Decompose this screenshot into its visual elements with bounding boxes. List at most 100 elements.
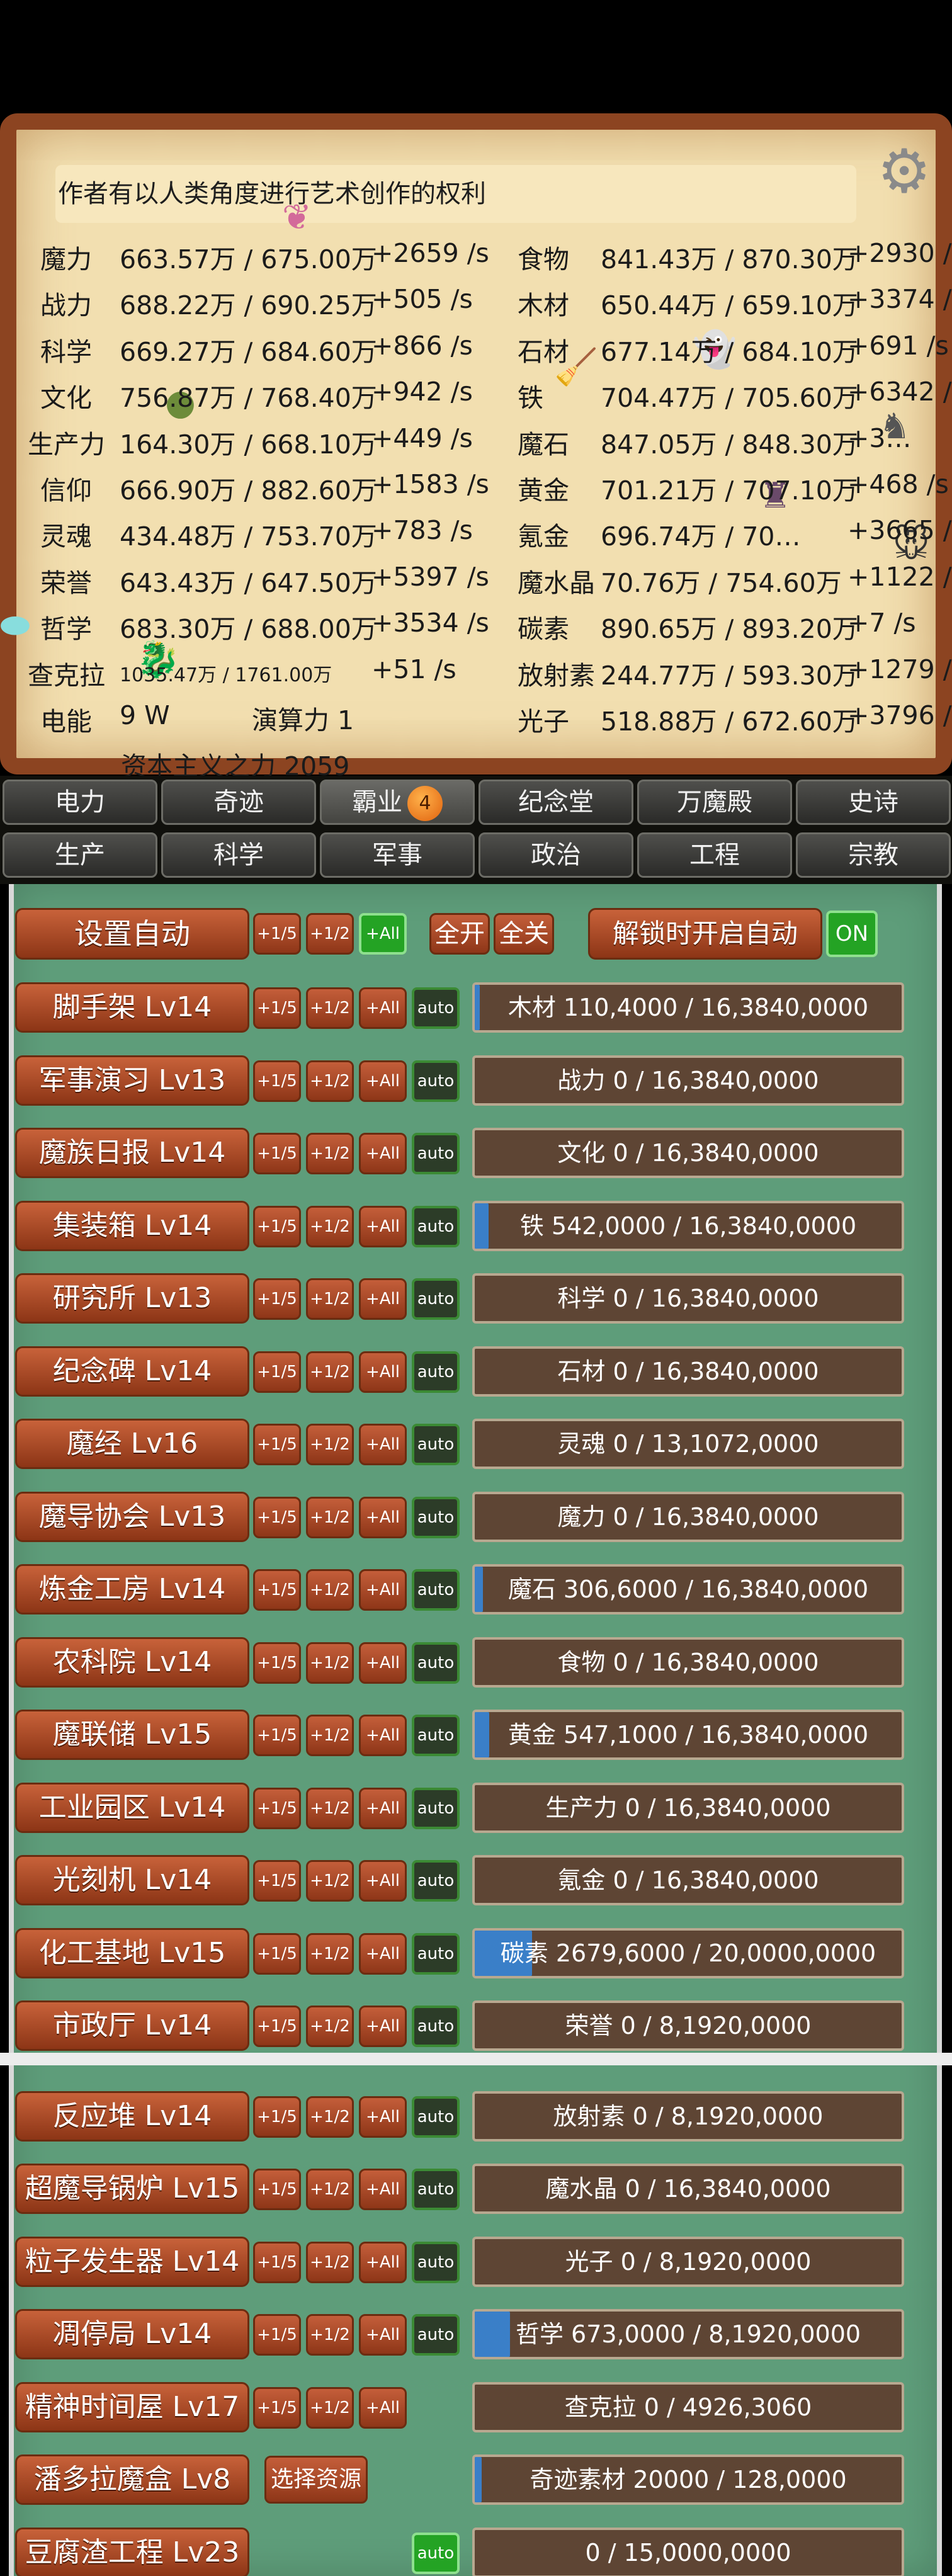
buy-half-button[interactable]: +1/2 bbox=[306, 987, 354, 1029]
auto-toggle[interactable]: auto bbox=[412, 1715, 460, 1756]
buy-all-button[interactable]: +All bbox=[359, 1496, 407, 1538]
tab-12[interactable]: 宗教 bbox=[796, 832, 951, 878]
buy-fifth-button[interactable]: +1/5 bbox=[253, 2314, 301, 2356]
buy-all-button[interactable]: +All bbox=[359, 2386, 407, 2429]
building-name-button[interactable]: 光刻机 Lv14 bbox=[15, 1855, 249, 1905]
tab-8[interactable]: 科学 bbox=[161, 832, 316, 878]
building-name-button[interactable]: 粒子发生器 Lv14 bbox=[15, 2236, 249, 2287]
building-name-button[interactable]: 反应堆 Lv14 bbox=[15, 2091, 249, 2142]
buy-half-button[interactable]: +1/2 bbox=[306, 2169, 354, 2210]
buy-half-button[interactable]: +1/2 bbox=[306, 1133, 354, 1174]
building-name-button[interactable]: 魔经 Lv16 bbox=[15, 1419, 249, 1469]
building-name-button[interactable]: 炼金工房 Lv14 bbox=[15, 1564, 249, 1614]
building-name-button[interactable]: 精神时间屋 Lv17 bbox=[15, 2381, 249, 2432]
buy-all-button[interactable]: +All bbox=[359, 1424, 407, 1465]
buy-all-button[interactable]: +All bbox=[359, 1787, 407, 1829]
buy-fifth-button[interactable]: +1/5 bbox=[253, 1278, 301, 1320]
buy-half-button[interactable]: +1/2 bbox=[306, 1278, 354, 1320]
auto-toggle[interactable]: auto bbox=[412, 1932, 460, 1975]
auto-toggle[interactable]: auto bbox=[412, 1569, 460, 1611]
buy-half-button[interactable]: +1/2 bbox=[306, 2096, 354, 2138]
buy-fifth-button[interactable]: +1/5 bbox=[253, 2096, 301, 2138]
tab-11[interactable]: 工程 bbox=[637, 832, 792, 878]
auto-toggle[interactable]: auto bbox=[412, 2006, 460, 2047]
auto-toggle[interactable]: auto bbox=[412, 2314, 460, 2356]
buy-all-button[interactable]: +All bbox=[359, 2169, 407, 2210]
building-name-button[interactable]: 潘多拉魔盒 Lv8 bbox=[15, 2454, 249, 2505]
select-resource-button[interactable]: 选择资源 bbox=[264, 2456, 368, 2504]
buy-half-button[interactable]: +1/2 bbox=[306, 2006, 354, 2047]
buy-fifth-button[interactable]: +1/5 bbox=[253, 1642, 301, 1684]
buy-all-button[interactable]: +All bbox=[359, 1932, 407, 1975]
buy-fifth-button[interactable]: +1/5 bbox=[253, 1569, 301, 1611]
buy-all-button[interactable]: +All bbox=[359, 2096, 407, 2138]
auto-toggle[interactable]: auto bbox=[412, 1133, 460, 1174]
building-name-button[interactable]: 军事演习 Lv13 bbox=[15, 1055, 249, 1106]
buy-half-button[interactable]: +1/2 bbox=[306, 2314, 354, 2356]
buy-all-button[interactable]: +All bbox=[359, 1278, 407, 1320]
buy-fifth-button[interactable]: +1/5 bbox=[253, 1205, 301, 1247]
auto-toggle[interactable]: auto bbox=[412, 2096, 460, 2138]
tab-3[interactable]: 霸业 4 bbox=[320, 780, 475, 825]
building-name-button[interactable]: 纪念碑 Lv14 bbox=[15, 1346, 249, 1397]
buy-fifth-button[interactable]: +1/5 bbox=[253, 1787, 301, 1829]
buy-fifth-button[interactable]: +1/5 bbox=[253, 1060, 301, 1102]
auto-toggle[interactable]: auto bbox=[412, 1424, 460, 1465]
buy-all-button[interactable]: +All bbox=[359, 2314, 407, 2356]
buy-half-button[interactable]: +1/2 bbox=[306, 1569, 354, 1611]
tab-9[interactable]: 军事 bbox=[320, 832, 475, 878]
buy-half-button[interactable]: +1/2 bbox=[306, 1860, 354, 1902]
buy-all-button[interactable]: +All bbox=[359, 1642, 407, 1684]
auto-toggle[interactable]: auto bbox=[412, 2169, 460, 2210]
auto-toggle[interactable]: auto bbox=[412, 1060, 460, 1102]
tab-7[interactable]: 生产 bbox=[3, 832, 157, 878]
auto-toggle[interactable]: auto bbox=[412, 1860, 460, 1902]
auto-toggle[interactable]: auto bbox=[412, 1351, 460, 1393]
buy-all-button[interactable]: +All bbox=[359, 2241, 407, 2283]
tab-2[interactable]: 奇迹 bbox=[161, 780, 316, 825]
tab-10[interactable]: 政治 bbox=[479, 832, 633, 878]
building-name-button[interactable]: 集装箱 Lv14 bbox=[15, 1200, 249, 1251]
buy-all-button[interactable]: +All bbox=[359, 1860, 407, 1902]
auto-toggle[interactable]: auto bbox=[412, 1278, 460, 1320]
building-name-button[interactable]: 农科院 Lv14 bbox=[15, 1637, 249, 1688]
close-all-button[interactable]: 全关 bbox=[494, 913, 554, 955]
all-all-button[interactable]: +All bbox=[359, 913, 407, 955]
buy-fifth-button[interactable]: +1/5 bbox=[253, 987, 301, 1029]
auto-toggle[interactable]: auto bbox=[412, 1496, 460, 1538]
building-name-button[interactable]: 脚手架 Lv14 bbox=[15, 982, 249, 1033]
building-name-button[interactable]: 豆腐渣工程 Lv23 bbox=[15, 2527, 249, 2576]
building-name-button[interactable]: 研究所 Lv13 bbox=[15, 1273, 249, 1324]
buy-half-button[interactable]: +1/2 bbox=[306, 1642, 354, 1684]
buy-all-button[interactable]: +All bbox=[359, 1351, 407, 1393]
building-name-button[interactable]: 魔联储 Lv15 bbox=[15, 1710, 249, 1760]
buy-all-button[interactable]: +All bbox=[359, 1133, 407, 1174]
buy-all-button[interactable]: +All bbox=[359, 1205, 407, 1247]
buy-fifth-button[interactable]: +1/5 bbox=[253, 1860, 301, 1902]
buy-half-button[interactable]: +1/2 bbox=[306, 1932, 354, 1975]
open-all-button[interactable]: 全开 bbox=[429, 913, 490, 955]
buy-fifth-button[interactable]: +1/5 bbox=[253, 2241, 301, 2283]
tab-5[interactable]: 万魔殿 bbox=[637, 780, 792, 825]
buy-half-button[interactable]: +1/2 bbox=[306, 2241, 354, 2283]
buy-half-button[interactable]: +1/2 bbox=[306, 1205, 354, 1247]
building-name-button[interactable]: 超魔导锅炉 Lv15 bbox=[15, 2164, 249, 2214]
tab-4[interactable]: 纪念堂 bbox=[479, 780, 633, 825]
auto-toggle[interactable]: auto bbox=[412, 1787, 460, 1829]
auto-toggle[interactable]: auto bbox=[412, 987, 460, 1029]
buy-fifth-button[interactable]: +1/5 bbox=[253, 1932, 301, 1975]
buy-fifth-button[interactable]: +1/5 bbox=[253, 2386, 301, 2429]
auto-toggle[interactable]: auto bbox=[412, 2241, 460, 2283]
building-name-button[interactable]: 凋停局 Lv14 bbox=[15, 2309, 249, 2359]
building-name-button[interactable]: 魔族日报 Lv14 bbox=[15, 1128, 249, 1178]
fifth-all-button[interactable]: +1/5 bbox=[253, 913, 301, 955]
buy-all-button[interactable]: +All bbox=[359, 1060, 407, 1102]
buy-fifth-button[interactable]: +1/5 bbox=[253, 1351, 301, 1393]
buy-all-button[interactable]: +All bbox=[359, 2006, 407, 2047]
tab-6[interactable]: 史诗 bbox=[796, 780, 951, 825]
buy-fifth-button[interactable]: +1/5 bbox=[253, 2169, 301, 2210]
half-all-button[interactable]: +1/2 bbox=[306, 913, 354, 955]
building-name-button[interactable]: 化工基地 Lv15 bbox=[15, 1927, 249, 1978]
unlock-auto-toggle[interactable]: ON bbox=[826, 911, 878, 957]
buy-fifth-button[interactable]: +1/5 bbox=[253, 1715, 301, 1756]
